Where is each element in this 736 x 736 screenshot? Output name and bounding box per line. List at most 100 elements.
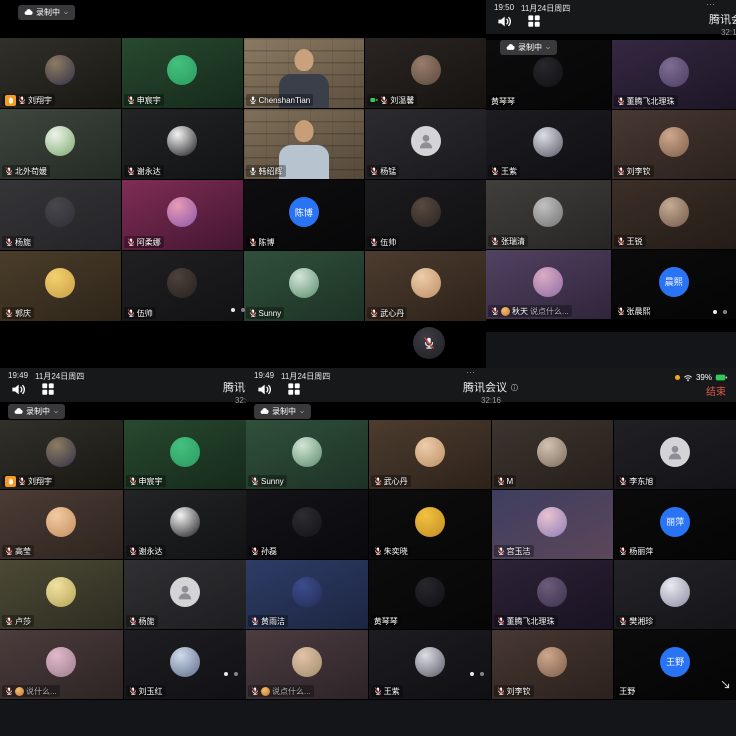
participant-tile[interactable]: 阿柔娜 (122, 180, 243, 250)
participant-tile[interactable]: 丽萍杨丽萍 (614, 490, 736, 559)
say-something-hint[interactable]: 说点什么... (272, 686, 311, 697)
video-person-head (294, 49, 313, 71)
participant-name-label: 说点什么... (248, 685, 314, 697)
say-something-hint[interactable]: 说点什么... (530, 306, 569, 317)
participant-tile[interactable]: 晨熙张晨熙 (612, 250, 736, 319)
participant-tile[interactable]: 孙磊 (246, 490, 368, 559)
mic-muted-icon (249, 238, 257, 246)
participant-tile[interactable]: Sunny (244, 251, 365, 321)
participant-name-label: 王锐 (614, 235, 646, 247)
info-icon[interactable] (510, 383, 519, 392)
participant-name: 杨旎 (139, 616, 155, 627)
participant-tile[interactable]: 陈博陈博 (244, 180, 365, 250)
participant-tile[interactable]: 卢莎 (0, 560, 123, 629)
participant-name: Sunny (259, 309, 282, 318)
participant-tile[interactable]: 伍帅 (122, 251, 243, 321)
recording-label: 录制中 (26, 406, 50, 417)
participant-tile[interactable]: 王紫 (369, 630, 491, 699)
participant-tile[interactable]: 刘玉红 (124, 630, 247, 699)
mic-muted-icon (251, 687, 259, 695)
participant-tile[interactable]: 武心丹 (365, 251, 486, 321)
participant-name-label: 杨旎 (126, 615, 158, 627)
avatar (533, 197, 563, 227)
participant-tile[interactable]: 说什么... (0, 630, 123, 699)
participant-tile[interactable]: 王紫 (486, 110, 611, 179)
hand-icon (7, 96, 15, 104)
participant-tile[interactable]: 董腾飞北理珠 (492, 560, 614, 629)
participant-tile[interactable]: ChenshanTian (244, 38, 365, 108)
participant-tile[interactable]: 郭庆 (0, 251, 121, 321)
participant-tile[interactable]: 北外苟媛 (0, 109, 121, 179)
participant-name: 张瑞清 (501, 236, 525, 247)
participant-tile[interactable]: 说点什么... (246, 630, 368, 699)
participant-tile[interactable]: 董腾飞北理珠 (612, 40, 736, 109)
participant-tile[interactable]: 王野王野 (614, 630, 736, 699)
participant-tile[interactable]: 黄琴琴 (369, 560, 491, 629)
recording-badge[interactable]: 录制中 (18, 5, 75, 20)
participant-tile[interactable]: 谢永达 (124, 490, 247, 559)
participant-tile[interactable]: 韩绍辉 (244, 109, 365, 179)
participant-tile[interactable]: 杨旎 (124, 560, 247, 629)
participant-name-label: 樊湘珍 (616, 615, 656, 627)
participant-tile[interactable]: 张瑞清 (486, 180, 611, 249)
mic-muted-icon (619, 617, 627, 625)
participant-name-label: 武心丹 (367, 307, 407, 319)
mic-muted-icon (251, 477, 259, 485)
avatar-initials: 丽萍 (660, 507, 690, 537)
participant-tile[interactable]: 樊湘珍 (614, 560, 736, 629)
participant-tile[interactable]: 朱奕晓 (369, 490, 491, 559)
participant-tile[interactable]: 武心丹 (369, 420, 491, 489)
participant-tile[interactable]: 刘翔宇 (0, 420, 123, 489)
meeting-window-top-left: 录制中 刘翔宇申宸宇 ChenshanTian刘温馨北外苟媛谢永达 韩绍辉杨锰杨… (0, 0, 486, 368)
expand-icon[interactable] (720, 679, 731, 690)
recording-badge[interactable]: 录制中 (8, 404, 65, 419)
participant-name-label: 董腾飞北理珠 (494, 615, 558, 627)
participant-tile[interactable]: 伍帅 (365, 180, 486, 250)
participant-tile[interactable]: 刘李钦 (492, 630, 614, 699)
participant-tile[interactable]: M (492, 420, 614, 489)
participant-tile[interactable]: 杨锰 (365, 109, 486, 179)
recording-badge[interactable]: 录制中 (254, 404, 311, 419)
participant-tile[interactable]: 杨旎 (0, 180, 121, 250)
mic-muted-icon (5, 309, 13, 317)
participant-name-label: 王紫 (371, 685, 403, 697)
say-something-hint[interactable]: 说什么... (26, 686, 57, 697)
participant-tile[interactable]: 宫玉洁 (492, 490, 614, 559)
participant-tile[interactable]: Sunny (246, 420, 368, 489)
participant-tile[interactable]: 申宸宇 (122, 38, 243, 108)
recording-badge[interactable]: 录制中 (500, 40, 557, 55)
participant-tile[interactable]: 刘温馨 (365, 38, 486, 108)
participant-name-label: 孙磊 (248, 545, 280, 557)
screenshot-composite: 录制中 刘翔宇申宸宇 ChenshanTian刘温馨北外苟媛谢永达 韩绍辉杨锰杨… (0, 0, 736, 736)
avatar (45, 55, 75, 85)
recording-label: 录制中 (36, 7, 60, 18)
participant-tile[interactable]: 高莹 (0, 490, 123, 559)
participant-tile[interactable]: 刘李钦 (612, 110, 736, 179)
participant-name: M (507, 477, 514, 486)
participant-name: 董腾飞北理珠 (507, 616, 555, 627)
participant-name: 卢莎 (15, 616, 31, 627)
avatar (45, 268, 75, 298)
avatar-initials: 晨熙 (659, 267, 689, 297)
avatar (533, 57, 563, 87)
avatar (170, 507, 200, 537)
mic-muted-icon (374, 547, 382, 555)
participant-tile[interactable]: 李东旭 (614, 420, 736, 489)
meeting-window-bottom-right: 19:49 11月24日周四 ⋯ 39% 腾讯会议 32:1 (246, 368, 736, 736)
participant-tile[interactable]: 谢永达 (122, 109, 243, 179)
participant-tile[interactable]: 申宸宇 (124, 420, 247, 489)
participant-name-label: 高莹 (2, 545, 34, 557)
mic-muted-icon (129, 687, 137, 695)
participant-name-label: 李东旭 (616, 475, 656, 487)
page-dots (713, 310, 727, 314)
participant-name: 武心丹 (384, 476, 408, 487)
participant-tile[interactable]: 王锐 (612, 180, 736, 249)
participant-tile[interactable]: 黄雨洁 (246, 560, 368, 629)
avatar (659, 127, 689, 157)
participant-tile[interactable]: 秋天说点什么... (486, 250, 611, 319)
participant-name: 谢永达 (137, 166, 161, 177)
end-meeting-button[interactable]: 结束 (706, 383, 726, 398)
meeting-title-block: 腾讯会议 32:16 (246, 379, 736, 405)
recording-label: 录制中 (518, 42, 542, 53)
participant-tile[interactable]: 刘翔宇 (0, 38, 121, 108)
